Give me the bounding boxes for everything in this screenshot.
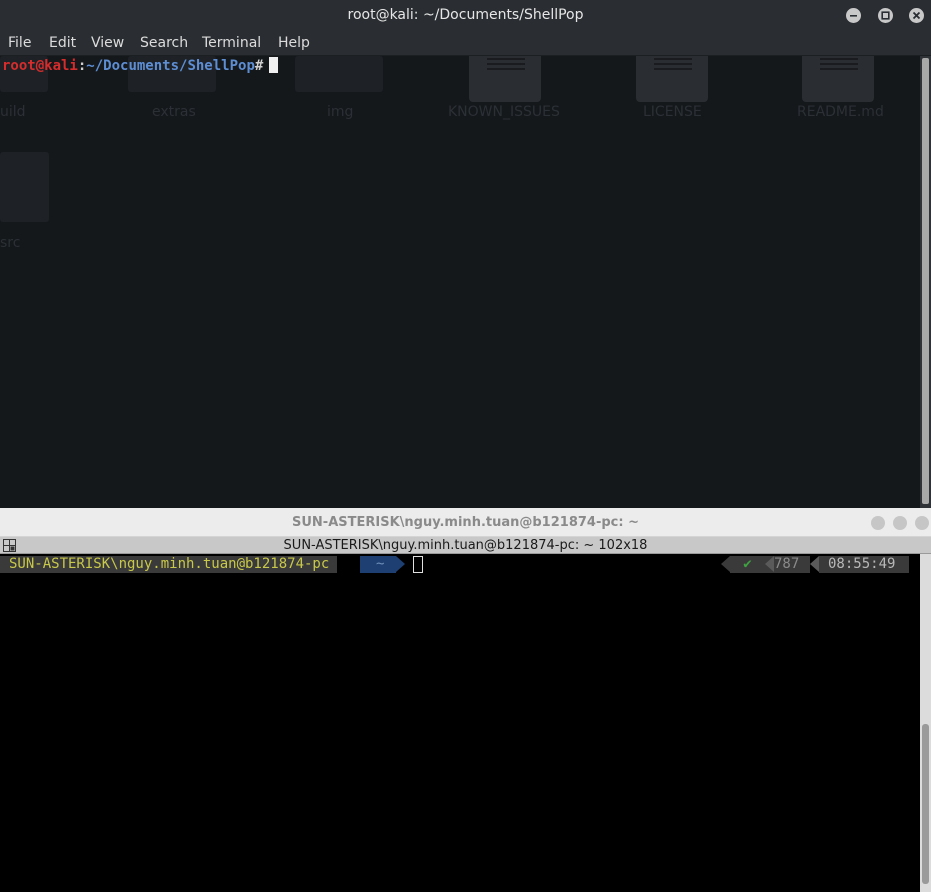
kali-window-title: root@kali: ~/Documents/ShellPop [347, 7, 584, 23]
sun-scroll-thumb[interactable] [922, 724, 929, 884]
minimize-button[interactable] [871, 516, 885, 530]
menu-search[interactable]: Search [140, 35, 188, 51]
kali-title-bar[interactable]: root@kali: ~/Documents/ShellPop [0, 0, 931, 32]
maximize-icon [881, 11, 890, 20]
status-ok-icon: ✔ [730, 556, 765, 573]
minimize-icon [850, 15, 857, 17]
menu-file[interactable]: File [8, 35, 31, 51]
prompt-user-host: SUN-ASTERISK\nguy.minh.tuan@b121874-pc [0, 556, 338, 573]
kali-prompt-line: root@kali:~/Documents/ShellPop# [2, 57, 279, 75]
powerline-separator [721, 556, 730, 572]
prompt-user-host: root@kali [2, 58, 78, 74]
prompt-dir: ~ [360, 556, 396, 573]
sun-terminal-area[interactable]: SUN-ASTERISK\nguy.minh.tuan@b121874-pc ~… [0, 554, 920, 892]
kali-terminal-area[interactable]: uild extras img KNOWN_ISSUES LICENSE REA… [0, 56, 920, 508]
menu-view[interactable]: View [91, 35, 124, 51]
desktop-folder-icon [0, 152, 49, 222]
menu-terminal[interactable]: Terminal [202, 35, 261, 51]
sun-scrollbar[interactable] [920, 554, 931, 892]
kali-scroll-thumb[interactable] [922, 58, 929, 504]
desktop-label-img: img [327, 104, 354, 120]
sun-prompt-line: SUN-ASTERISK\nguy.minh.tuan@b121874-pc ~… [0, 556, 920, 573]
desktop-label-extras: extras [152, 104, 196, 120]
sun-window-title: SUN-ASTERISK\nguy.minh.tuan@b121874-pc: … [292, 515, 639, 530]
prompt-path: ~/Documents/ShellPop [86, 58, 255, 74]
menu-bar: File Edit View Search Terminal Help [0, 32, 931, 56]
desktop-document-icon [802, 56, 874, 102]
sun-tab-title[interactable]: SUN-ASTERISK\nguy.minh.tuan@b121874-pc: … [0, 538, 931, 553]
sun-title-bar[interactable]: SUN-ASTERISK\nguy.minh.tuan@b121874-pc: … [0, 508, 931, 537]
desktop-label-build: uild [0, 104, 26, 120]
powerline-separator [765, 556, 774, 572]
powerline-separator [396, 556, 405, 572]
menu-help[interactable]: Help [278, 35, 310, 51]
desktop-label-known-issues: KNOWN_ISSUES [448, 104, 560, 120]
menu-edit[interactable]: Edit [49, 35, 76, 51]
close-button[interactable] [915, 516, 929, 530]
desktop-label-readme: README.md [797, 104, 884, 120]
prompt-symbol: # [254, 58, 264, 74]
right-prompt: ✔ 787 08:55:49 [721, 556, 909, 573]
minimize-button[interactable] [846, 8, 861, 23]
prompt-time: 08:55:49 [819, 556, 909, 573]
desktop-document-icon [469, 56, 541, 102]
sun-terminal-window: SUN-ASTERISK\nguy.minh.tuan@b121874-pc: … [0, 508, 931, 892]
powerline-separator [810, 556, 819, 572]
close-button[interactable] [909, 8, 924, 23]
desktop-label-src: src [0, 235, 21, 251]
kali-scrollbar[interactable] [920, 56, 931, 508]
text-cursor [269, 57, 279, 73]
maximize-button[interactable] [878, 8, 893, 23]
desktop-folder-icon [295, 56, 383, 92]
maximize-button[interactable] [893, 516, 907, 530]
desktop-label-license: LICENSE [643, 104, 702, 120]
desktop-document-icon [636, 56, 708, 102]
kali-terminal-window: root@kali: ~/Documents/ShellPop File Edi… [0, 0, 931, 508]
text-cursor [413, 556, 423, 573]
sun-tab-bar: SUN-ASTERISK\nguy.minh.tuan@b121874-pc: … [0, 537, 931, 554]
close-icon [912, 11, 921, 20]
